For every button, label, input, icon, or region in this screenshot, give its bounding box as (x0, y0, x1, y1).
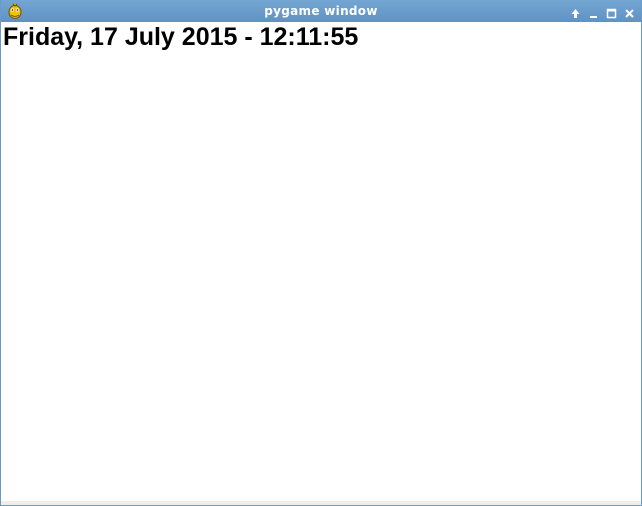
shade-up-icon[interactable] (570, 6, 581, 18)
window-controls (570, 4, 635, 18)
window-bottom-border (1, 501, 641, 505)
window-title: pygame window (264, 4, 378, 18)
pygame-window: pygame window Friday, 17 July 2015 - 12:… (0, 0, 642, 506)
pygame-canvas[interactable]: Friday, 17 July 2015 - 12:11:55 (1, 22, 641, 500)
title-bar[interactable]: pygame window (1, 0, 641, 22)
close-icon[interactable] (624, 6, 635, 18)
minimize-icon[interactable] (588, 6, 599, 18)
maximize-icon[interactable] (606, 6, 617, 18)
date-time-display: Friday, 17 July 2015 - 12:11:55 (3, 23, 359, 51)
